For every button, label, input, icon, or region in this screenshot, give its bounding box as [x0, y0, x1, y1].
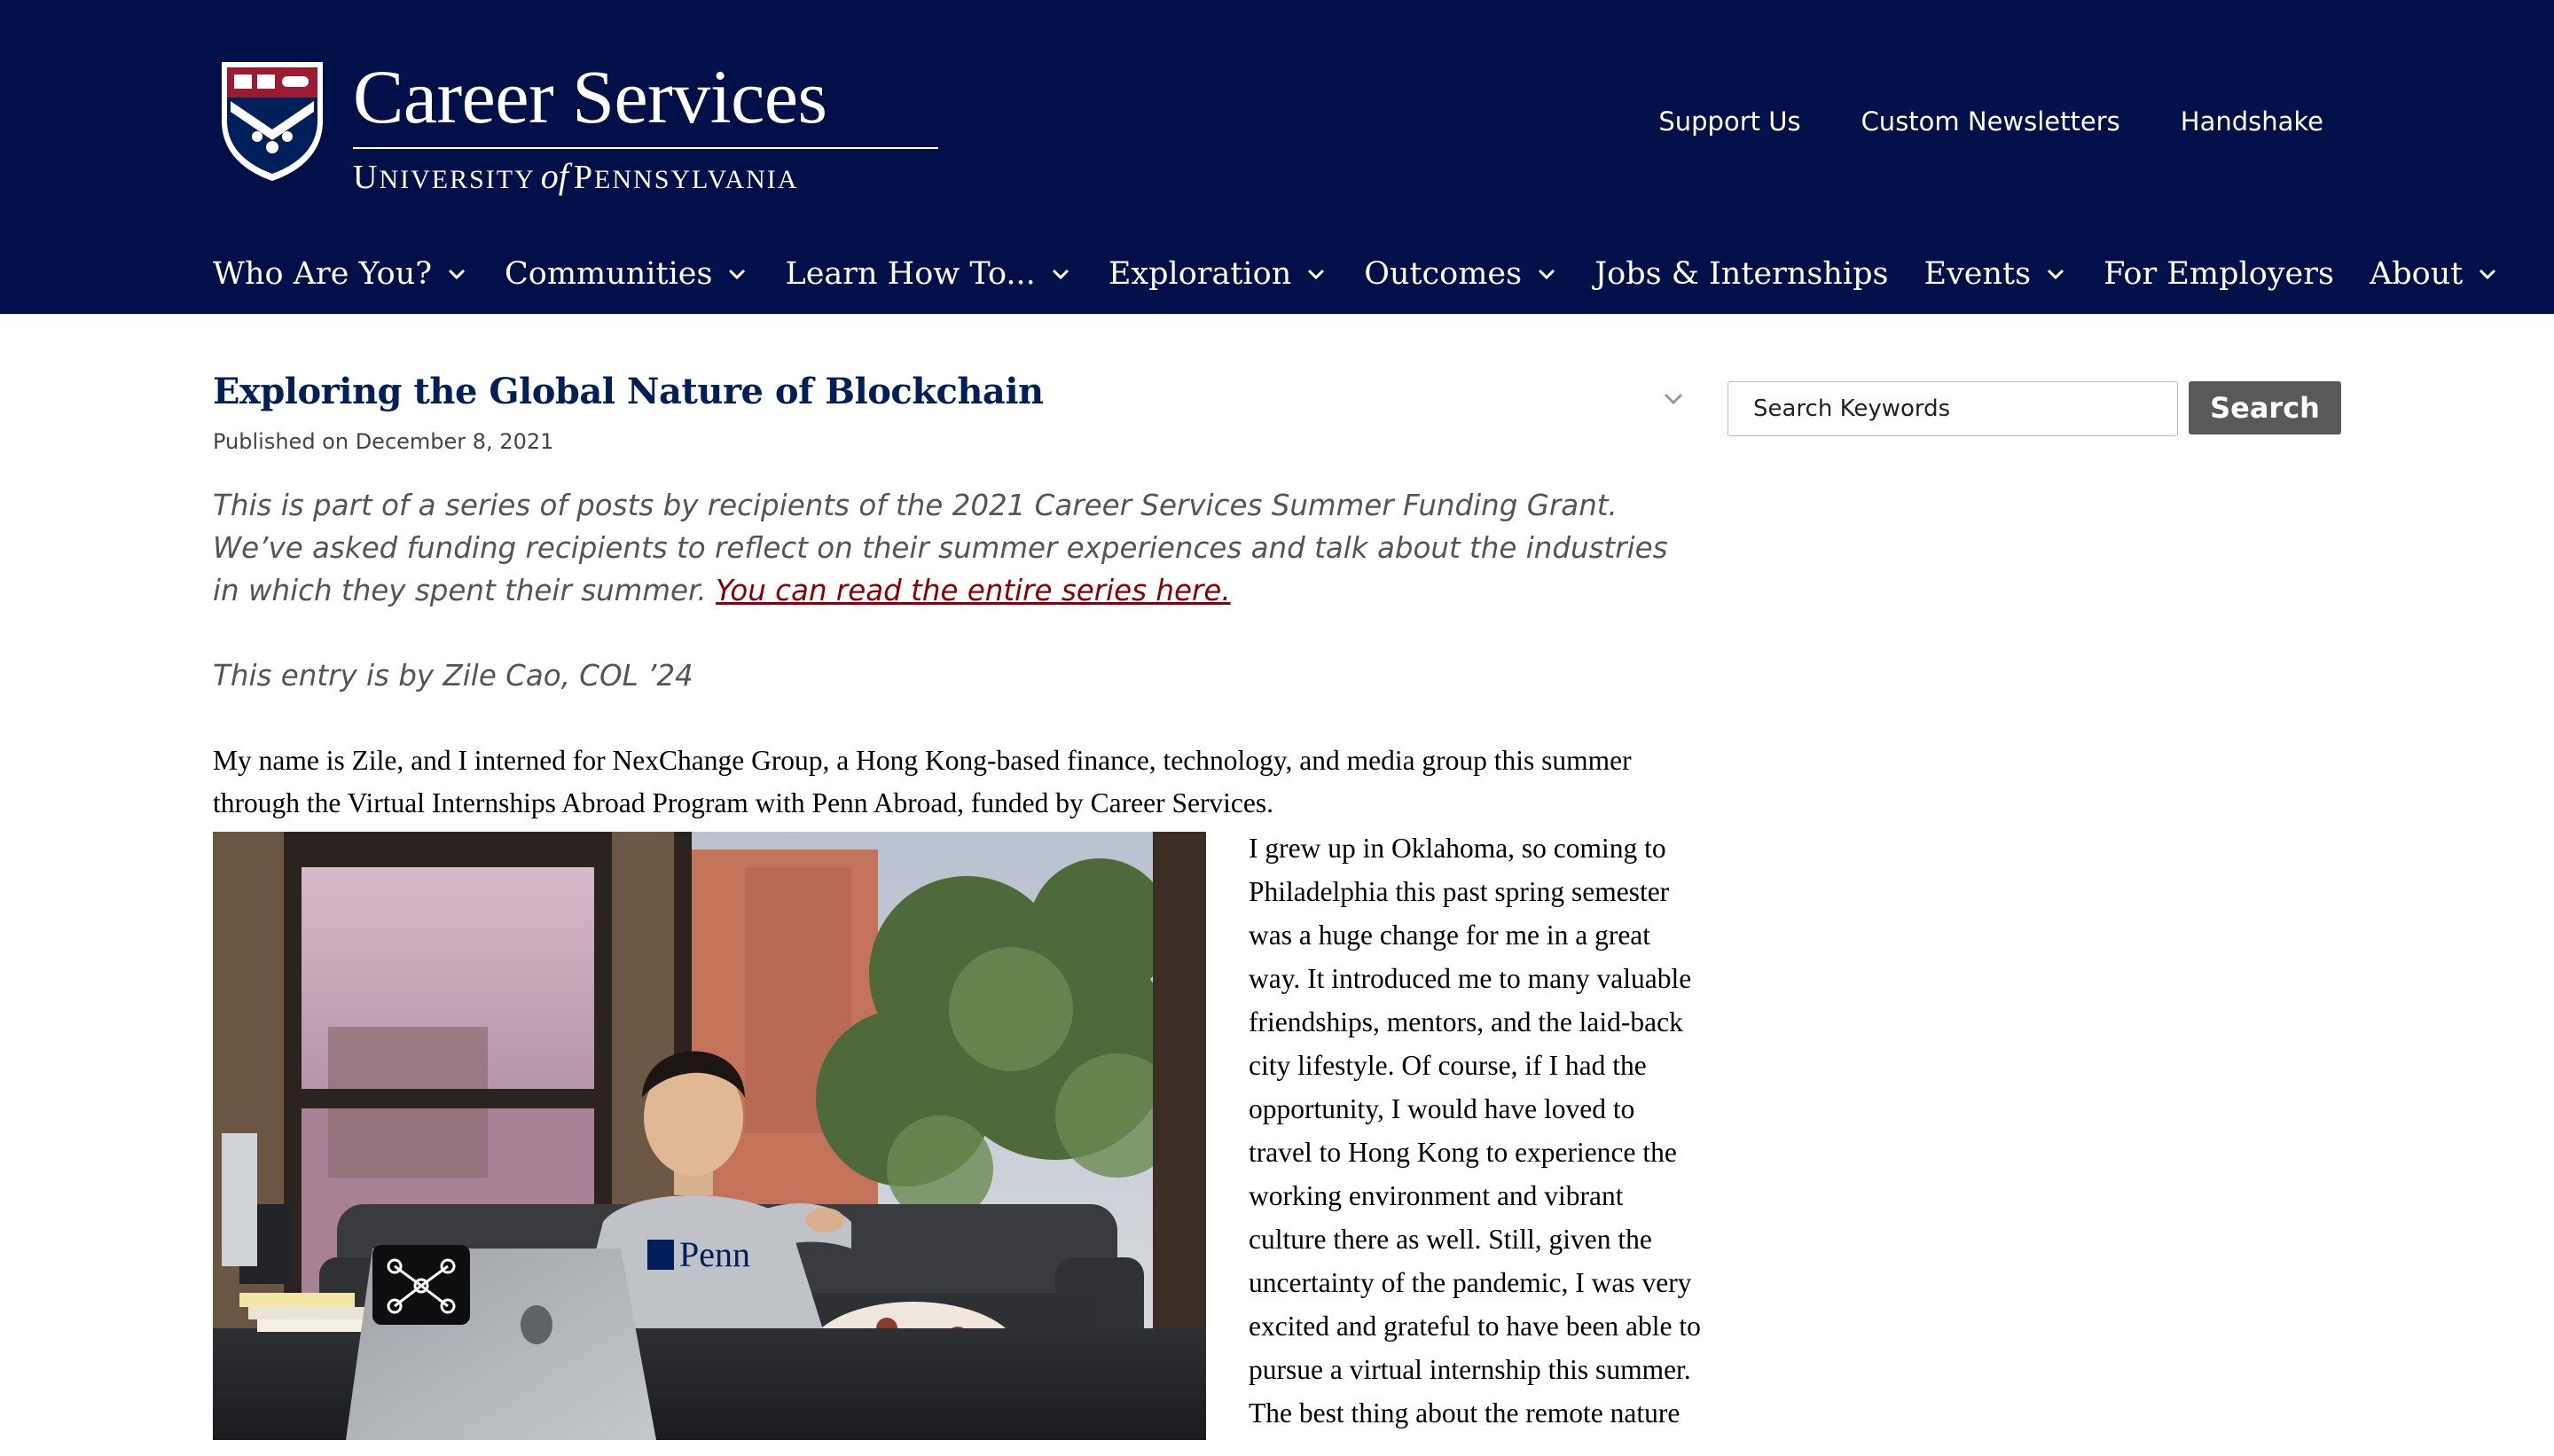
published-date: Published on December 8, 2021 — [213, 429, 554, 454]
logo-title: Career Services — [353, 54, 827, 139]
body-paragraph: My name is Zile, and I interned for NexC… — [213, 745, 1632, 818]
search-input[interactable] — [1727, 381, 2178, 436]
chevron-down-icon — [2043, 262, 2068, 286]
chevron-down-icon — [1304, 262, 1328, 286]
chevron-down-icon[interactable] — [1658, 383, 1688, 413]
nav-item-outcomes[interactable]: Outcomes — [1364, 256, 1559, 292]
nav-label: Outcomes — [1364, 256, 1523, 292]
utility-link-handshake[interactable]: Handshake — [2181, 106, 2323, 137]
logo-sub-niversity: NIVERSITY — [379, 165, 536, 194]
chevron-down-icon — [1048, 262, 1073, 286]
logo-subtitle: UNIVERSITY of PENNSYLVANIA — [353, 159, 938, 197]
site-header: Career Services UNIVERSITY of PENNSYLVANIA… — [0, 0, 2554, 314]
article: Exploring the Global Nature of Blockchai… — [213, 365, 1703, 1440]
nav-item-events[interactable]: Events — [1923, 256, 2068, 292]
logo-sub-u: U — [353, 159, 380, 196]
utility-link-support-us[interactable]: Support Us — [1658, 106, 1800, 137]
post-title[interactable]: Exploring the Global Nature of Blockchai… — [213, 365, 1703, 419]
body-paragraph-wrapped: I grew up in Oklahoma, so coming to Phil… — [1249, 826, 1703, 1435]
main-nav: Who Are You? Communities Learn How To...… — [213, 252, 2535, 296]
nav-label: Exploration — [1108, 256, 1292, 292]
nav-label: About — [2369, 256, 2464, 292]
nav-label: Jobs & Internships — [1594, 256, 1889, 292]
chevron-down-icon — [2475, 262, 2500, 286]
nav-label: Learn How To... — [785, 256, 1036, 292]
logo-sub-p: P — [573, 159, 595, 196]
nav-item-communities[interactable]: Communities — [505, 256, 749, 292]
logo-sub-of: of — [540, 156, 568, 196]
logo-divider — [353, 147, 938, 149]
nav-item-who-are-you[interactable]: Who Are You? — [213, 256, 469, 292]
utility-nav: Support Us Custom Newsletters Handshake — [1658, 106, 2323, 137]
search-button[interactable]: Search — [2189, 381, 2341, 434]
byline: This entry is by Zile Cao, COL ’24 — [213, 659, 693, 693]
logo-sub-ennsylvania: ENNSYLVANIA — [594, 165, 799, 194]
nav-item-about[interactable]: About — [2370, 256, 2500, 292]
nav-item-for-employers[interactable]: For Employers — [2104, 256, 2334, 292]
utility-link-custom-newsletters[interactable]: Custom Newsletters — [1861, 106, 2120, 137]
body-paragraph-continued: The best thing about the remote nature — [1249, 1397, 1680, 1429]
nav-label: Events — [1923, 256, 2032, 292]
nav-item-jobs-internships[interactable]: Jobs & Internships — [1594, 256, 1888, 292]
nav-item-learn-how-to[interactable]: Learn How To... — [785, 256, 1072, 292]
nav-label: Who Are You? — [213, 256, 432, 292]
chevron-down-icon — [444, 262, 469, 286]
shirt-penn-text: Penn — [679, 1234, 750, 1274]
chevron-down-icon — [1534, 262, 1559, 286]
nav-item-exploration[interactable]: Exploration — [1109, 256, 1328, 292]
nav-label: For Employers — [2104, 256, 2334, 292]
body-paragraph: I grew up in Oklahoma, so coming to Phil… — [1249, 833, 1701, 1385]
penn-shield-icon — [222, 62, 323, 181]
article-photo: Penn — [213, 832, 1206, 1440]
site-logo[interactable]: Career Services UNIVERSITY of PENNSYLVANIA — [218, 59, 938, 197]
student-photo-image: Penn — [213, 832, 1206, 1440]
nav-label: Communities — [505, 256, 713, 292]
chevron-down-icon — [725, 262, 749, 286]
intro-note: This is part of a series of posts by rec… — [213, 484, 1703, 612]
series-link[interactable]: You can read the entire series here. — [716, 574, 1231, 607]
